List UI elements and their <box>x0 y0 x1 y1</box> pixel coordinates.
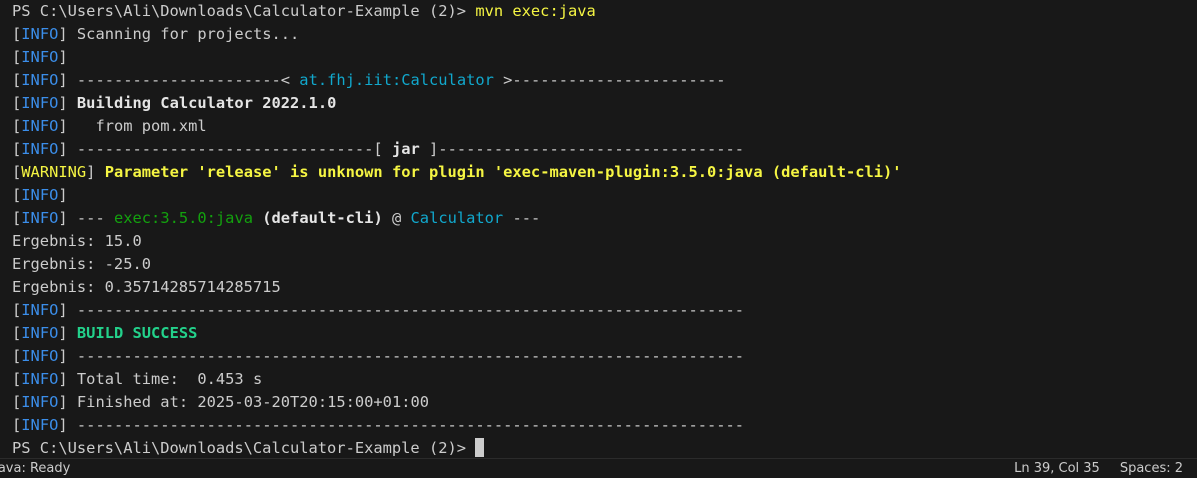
log-line: [INFO] --- exec:3.5.0:java (default-cli)… <box>12 209 541 227</box>
info-tag: INFO <box>21 393 59 411</box>
building-text: Building Calculator 2022.1.0 <box>67 94 337 112</box>
warning-line: [WARNING] Parameter 'release' is unknown… <box>12 163 902 181</box>
exec-id: (default-cli) <box>252 209 383 227</box>
info-tag: INFO <box>21 94 59 112</box>
log-line: [INFO] Total time: 0.453 s <box>12 370 263 388</box>
log-text: @ <box>382 209 411 227</box>
log-line: [INFO] from pom.xml <box>12 117 207 135</box>
build-status: BUILD SUCCESS <box>67 324 198 342</box>
log-text: >----------------------- <box>493 71 726 89</box>
warning-tag: WARNING <box>21 163 87 181</box>
info-tag: INFO <box>21 301 59 319</box>
terminal-output: PS C:\Users\Ali\Downloads\Calculator-Exa… <box>12 0 1197 458</box>
info-tag: INFO <box>21 25 59 43</box>
exec-goal: exec:3.5.0:java <box>113 209 253 227</box>
prompt-line: PS C:\Users\Ali\Downloads\Calculator-Exa… <box>12 0 1197 23</box>
project-name: Calculator <box>410 209 504 227</box>
log-text: from pom.xml <box>67 117 207 135</box>
separator-text: ----------------------------------------… <box>67 416 745 434</box>
log-text: ]--------------------------------- <box>419 140 745 158</box>
log-text: ----------------------< <box>67 71 300 89</box>
result-line: Ergebnis: 15.0 <box>12 232 142 250</box>
log-text: --------------------------------[ <box>67 140 392 158</box>
log-line: [INFO] Finished at: 2025-03-20T20:15:00+… <box>12 393 430 411</box>
info-tag: INFO <box>21 416 59 434</box>
log-line: [INFO] <box>12 186 68 204</box>
finished-at-text: Finished at: 2025-03-20T20:15:00+01:00 <box>67 393 430 411</box>
log-line: [INFO] ---------------------------------… <box>12 347 745 365</box>
info-tag: INFO <box>21 48 59 66</box>
log-text: --- <box>67 209 114 227</box>
separator-text: ----------------------------------------… <box>67 301 745 319</box>
language-status[interactable]: Java: Ready <box>0 459 70 478</box>
prompt-line[interactable]: PS C:\Users\Ali\Downloads\Calculator-Exa… <box>12 437 1197 458</box>
log-line: [INFO] ----------------------< at.fhj.ii… <box>12 71 726 89</box>
status-bar: Java: Ready Ln 39, Col 35 Spaces: 2 <box>0 458 1197 478</box>
log-text: Scanning for projects... <box>67 25 300 43</box>
info-tag: INFO <box>21 186 59 204</box>
cursor-position[interactable]: Ln 39, Col 35 <box>1014 461 1100 476</box>
log-line: [INFO] Building Calculator 2022.1.0 <box>12 94 337 112</box>
log-line: [INFO] BUILD SUCCESS <box>12 324 198 342</box>
info-tag: INFO <box>21 140 59 158</box>
log-line: [INFO] ---------------------------------… <box>12 416 745 434</box>
result-line: Ergebnis: -25.0 <box>12 255 151 273</box>
info-tag: INFO <box>21 117 59 135</box>
indentation-status[interactable]: Spaces: 2 <box>1120 461 1183 476</box>
result-line: Ergebnis: 0.35714285714285715 <box>12 278 281 296</box>
artifact-id: at.fhj.iit:Calculator <box>299 71 494 89</box>
prompt-path: PS C:\Users\Ali\Downloads\Calculator-Exa… <box>12 2 476 20</box>
info-tag: INFO <box>21 370 59 388</box>
log-text: --- <box>503 209 541 227</box>
separator-text: ----------------------------------------… <box>67 347 745 365</box>
info-tag: INFO <box>21 324 59 342</box>
status-right: Ln 39, Col 35 Spaces: 2 <box>994 459 1183 478</box>
terminal-cursor <box>475 438 485 457</box>
packaging-text: jar <box>391 140 420 158</box>
log-line: [INFO] ---------------------------------… <box>12 301 745 319</box>
info-tag: INFO <box>21 209 59 227</box>
terminal-panel[interactable]: PS C:\Users\Ali\Downloads\Calculator-Exa… <box>0 0 1197 458</box>
info-tag: INFO <box>21 347 59 365</box>
total-time-text: Total time: 0.453 s <box>67 370 263 388</box>
log-line: [INFO] --------------------------------[… <box>12 140 745 158</box>
command-text: mvn exec:java <box>475 2 596 20</box>
log-line: [INFO] <box>12 48 68 66</box>
log-line: [INFO] Scanning for projects... <box>12 25 300 43</box>
info-tag: INFO <box>21 71 59 89</box>
prompt-path: PS C:\Users\Ali\Downloads\Calculator-Exa… <box>12 439 476 457</box>
warning-text: Parameter 'release' is unknown for plugi… <box>95 163 902 181</box>
